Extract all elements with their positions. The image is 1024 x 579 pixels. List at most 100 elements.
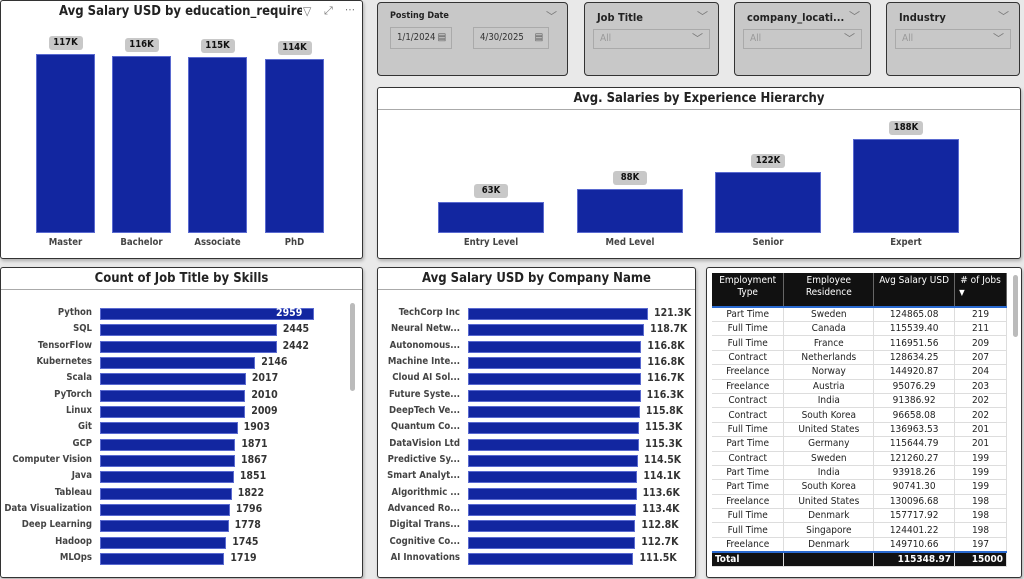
company-location-select[interactable]: All ﹀: [743, 29, 862, 49]
table-cell: Singapore: [783, 522, 875, 538]
table-scrollbar[interactable]: [1013, 275, 1018, 337]
table-cell: Contract: [712, 451, 785, 466]
table-row[interactable]: Part Time South Korea 90741.30 199: [712, 479, 1007, 495]
employment-salary-table: Employment Type Employee Residence Avg S…: [712, 273, 1007, 567]
table-cell: Full Time: [712, 508, 785, 524]
table-row[interactable]: Part Time India 93918.26 199: [712, 465, 1007, 481]
bar[interactable]: [100, 503, 230, 516]
bar[interactable]: [468, 324, 645, 337]
bar[interactable]: [468, 454, 638, 467]
bar[interactable]: [100, 324, 277, 337]
bar[interactable]: [468, 503, 637, 516]
table-row[interactable]: Contract Sweden 121260.27 199: [712, 451, 1007, 466]
table-row[interactable]: Freelance Austria 95076.29 203: [712, 379, 1007, 394]
bar[interactable]: [468, 340, 642, 353]
table-row[interactable]: Contract India 91386.92 202: [712, 393, 1007, 409]
end-date-input[interactable]: 4/30/2025 ▤: [473, 27, 549, 49]
bar[interactable]: [468, 438, 640, 451]
table-row[interactable]: Freelance Norway 144920.87 204: [712, 364, 1007, 380]
bar[interactable]: [715, 172, 821, 233]
bar[interactable]: [100, 356, 256, 369]
bar[interactable]: [438, 201, 544, 233]
calendar-icon[interactable]: ▤: [534, 28, 543, 48]
calendar-icon[interactable]: ▤: [437, 28, 446, 48]
bar[interactable]: [468, 422, 640, 435]
data-label: 118.7K: [650, 323, 688, 336]
total-cell: 15000: [954, 550, 1007, 567]
table-row[interactable]: Freelance Denmark 149710.66 197: [712, 537, 1007, 553]
category-label: Computer Vision: [12, 453, 92, 465]
column-header[interactable]: Employee Residence: [783, 273, 875, 308]
data-label: 1903: [243, 421, 270, 434]
bar[interactable]: [100, 340, 277, 353]
company-location-filter: company_locati... ﹀ All ﹀: [734, 2, 871, 76]
bar[interactable]: [100, 389, 246, 402]
bar[interactable]: [100, 438, 236, 451]
table-row[interactable]: Contract Netherlands 128634.25 207: [712, 350, 1007, 366]
data-label: 122K: [751, 154, 785, 168]
start-date-input[interactable]: 1/1/2024 ▤: [390, 27, 452, 49]
data-label: 2009: [251, 404, 278, 417]
sort-descending-icon[interactable]: ▼: [955, 287, 1006, 299]
table-cell: Part Time: [712, 479, 785, 495]
bar[interactable]: [100, 422, 238, 435]
chevron-down-icon[interactable]: ﹀: [697, 8, 708, 24]
table-cell: India: [783, 393, 875, 409]
job-title-select[interactable]: All ﹀: [593, 29, 710, 49]
table-row[interactable]: Full Time France 116951.56 209: [712, 335, 1007, 351]
bar[interactable]: [100, 536, 227, 549]
column-header[interactable]: Employment Type: [712, 273, 785, 308]
bar[interactable]: [100, 487, 232, 500]
table-row[interactable]: Full Time Denmark 157717.92 198: [712, 508, 1007, 524]
bar[interactable]: [468, 552, 634, 565]
chevron-down-icon[interactable]: ﹀: [998, 8, 1009, 24]
bar[interactable]: [853, 139, 959, 233]
column-header[interactable]: Avg Salary USD: [873, 273, 956, 308]
table-row[interactable]: Freelance United States 130096.68 198: [712, 494, 1007, 510]
bar[interactable]: [100, 552, 225, 565]
chevron-down-icon[interactable]: ﹀: [546, 8, 557, 24]
bar[interactable]: [36, 54, 95, 233]
chevron-down-icon[interactable]: ﹀: [849, 8, 860, 24]
bar[interactable]: [468, 471, 638, 484]
table-cell: South Korea: [783, 407, 875, 423]
table-cell: Contract: [712, 407, 785, 423]
table-cell: 211: [954, 321, 1007, 337]
bar[interactable]: [100, 405, 246, 418]
table-row[interactable]: Part Time Germany 115644.79 201: [712, 436, 1007, 452]
bar[interactable]: [468, 405, 640, 418]
table-cell: 198: [954, 522, 1007, 538]
bar[interactable]: [468, 520, 636, 533]
total-cell: [783, 550, 875, 567]
data-label: 115.3K: [645, 437, 683, 450]
bar[interactable]: [468, 487, 637, 500]
bar[interactable]: [188, 57, 247, 233]
bar[interactable]: [100, 373, 246, 386]
bar[interactable]: [468, 356, 642, 369]
table-cell: 201: [954, 422, 1007, 438]
column-header[interactable]: # of Jobs ▼: [954, 273, 1007, 308]
industry-select[interactable]: All ﹀: [895, 29, 1011, 49]
header-label: Employment Type: [719, 275, 777, 298]
bar[interactable]: [468, 389, 641, 402]
bar[interactable]: [468, 373, 642, 386]
table-row[interactable]: Full Time Singapore 124401.22 198: [712, 522, 1007, 538]
table-row[interactable]: Full Time United States 136963.53 201: [712, 422, 1007, 438]
bar[interactable]: [100, 520, 229, 533]
bar[interactable]: [577, 189, 683, 233]
table-row[interactable]: Contract South Korea 96658.08 202: [712, 407, 1007, 423]
table-row[interactable]: Part Time Sweden 124865.08 219: [712, 307, 1007, 322]
table-cell: Contract: [712, 350, 785, 366]
data-label: 115.8K: [645, 404, 684, 417]
bar[interactable]: [468, 536, 636, 549]
bar[interactable]: [100, 454, 236, 467]
bar[interactable]: [265, 58, 324, 233]
table-cell: France: [783, 335, 875, 351]
bar[interactable]: [112, 55, 171, 233]
table-row[interactable]: Full Time Canada 115539.40 211: [712, 321, 1007, 337]
category-label: Tableau: [54, 486, 92, 498]
bar[interactable]: [100, 471, 234, 484]
bar[interactable]: [468, 308, 648, 320]
filter-label: Posting Date: [390, 11, 449, 21]
scrollbar[interactable]: [350, 303, 355, 391]
